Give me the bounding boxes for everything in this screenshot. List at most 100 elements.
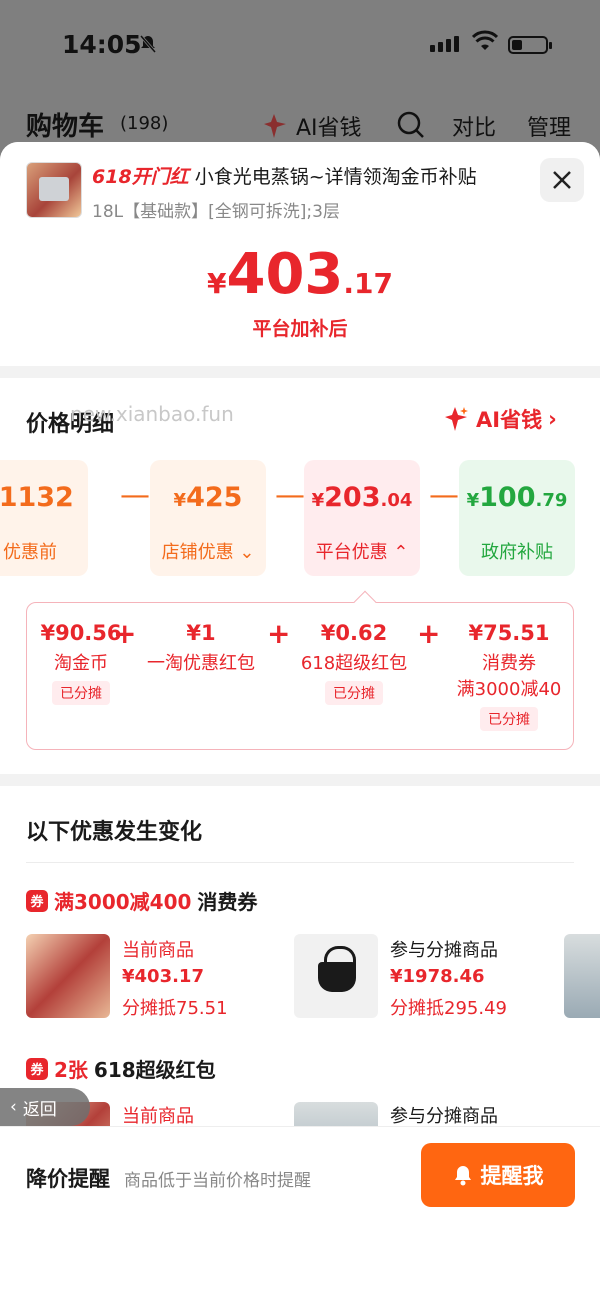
detail-amount: ¥1 [186, 621, 216, 645]
remind-me-button[interactable]: 提醒我 [421, 1143, 575, 1207]
item-note: 分摊抵75.51 [122, 998, 228, 1019]
divider [26, 862, 574, 863]
manage-button[interactable]: 管理 [527, 110, 571, 142]
coupon-highlight: 2张 [54, 1058, 88, 1082]
price-box-gov-subsidy: ¥100.79 政府补贴 [459, 460, 575, 576]
price-decimal: .17 [343, 267, 393, 300]
coupon-rest: 消费券 [197, 890, 258, 914]
price-box-original: ¥1132 优惠前 [0, 460, 88, 576]
item-note: 分摊抵295.49 [390, 998, 507, 1019]
price-box-platform-discount[interactable]: ¥203.04 平台优惠 ⌃ [304, 460, 420, 576]
price-integer: 403 [226, 242, 344, 307]
cart-title: 购物车 [26, 112, 105, 142]
detail-extra: 满3000减40 [456, 679, 562, 700]
detail-amount: ¥75.51 [468, 621, 550, 645]
plus-sign: + [113, 617, 137, 650]
detail-amount: ¥0.62 [320, 621, 388, 645]
current-product-image[interactable] [26, 934, 110, 1018]
detail-item-yitao: ¥1 一淘优惠红包 [143, 621, 259, 675]
price-currency: ¥ [207, 267, 227, 300]
remind-me-label: 提醒我 [480, 1164, 544, 1188]
label-text: 平台优惠 [315, 542, 388, 563]
item-head: 当前商品 [122, 940, 194, 961]
close-button[interactable] [540, 158, 584, 202]
shared-badge: 已分摊 [325, 681, 383, 705]
price-breakdown: 价格明细 new.xianbao.fun AI省钱 › ¥1132 优惠前 — … [0, 378, 600, 774]
changes-title: 以下优惠发生变化 [26, 820, 203, 845]
coupon-icon: 券 [26, 889, 48, 912]
currency: ¥ [466, 490, 480, 511]
price-alert-bar: 降价提醒 商品低于当前价格时提醒 提醒我 [0, 1126, 600, 1300]
status-bar: 14:05 [0, 0, 600, 92]
price-alert-desc: 商品低于当前价格时提醒 [124, 1171, 311, 1191]
detail-label: 消费券 [482, 653, 536, 674]
final-price: ¥403.17 [0, 242, 600, 307]
amount: 425 [186, 482, 243, 513]
detail-item-super-redpacket: ¥0.62 618超级红包 已分摊 [295, 621, 413, 705]
watermark: new.xianbao.fun [70, 402, 234, 426]
shared-badge: 已分摊 [480, 707, 538, 731]
signal-icon [430, 36, 459, 52]
sparkle-icon [445, 407, 468, 431]
chevron-up-icon: ⌃ [393, 542, 409, 563]
chevron-left-icon: ‹ [10, 1097, 17, 1117]
ai-save-link-label: AI省钱 [476, 408, 543, 432]
ai-save-label: AI省钱 [296, 116, 362, 141]
sparkle-icon [264, 114, 286, 138]
coupon-rest: 618超级红包 [93, 1058, 216, 1082]
price-box-shop-discount[interactable]: ¥425 店铺优惠 ⌄ [150, 460, 266, 576]
ai-save-link[interactable]: AI省钱 › [444, 404, 557, 434]
back-button[interactable]: ‹ 返回 [0, 1088, 90, 1126]
back-label: 返回 [22, 1099, 57, 1120]
minus-sign: — [429, 478, 459, 513]
bell-muted-icon [138, 34, 158, 59]
price-box-label: 优惠前 [3, 542, 57, 563]
wifi-icon [471, 30, 499, 56]
price-caption: 平台加补后 [252, 318, 348, 340]
item-price: ¥403.17 [122, 966, 204, 987]
amount: 203 [324, 482, 381, 513]
product-name: 小食光电蒸锅~详情领淘金币补贴 [194, 166, 477, 188]
promo-tag: 618开门红 [92, 166, 189, 188]
currency: ¥ [173, 490, 187, 511]
detail-item-voucher: ¥75.51 消费券 满3000减40 已分摊 [447, 621, 571, 731]
item-head: 参与分摊商品 [390, 940, 498, 961]
ai-save-button[interactable]: AI省钱 [262, 110, 362, 142]
battery-icon [508, 36, 552, 54]
compare-button[interactable]: 对比 [452, 110, 496, 142]
chevron-down-icon: ⌄ [239, 542, 255, 563]
coupon-voucher: 券 满3000减400 消费券 [26, 886, 257, 915]
product-spec: 18L【基础款】[全钢可拆洗];3层 [92, 202, 340, 222]
bell-icon [454, 1166, 471, 1186]
amount: 100 [479, 482, 536, 513]
label-text: 店铺优惠 [161, 542, 234, 563]
cart-count: (198) [120, 113, 169, 134]
coupon-highlight: 满3000减400 [54, 890, 192, 914]
shared-product-image[interactable] [564, 934, 600, 1018]
detail-label: 一淘优惠红包 [147, 653, 255, 674]
close-icon [553, 171, 571, 189]
currency: ¥ [311, 490, 325, 511]
chevron-right-icon: › [548, 407, 557, 431]
item-head: 参与分摊商品 [390, 1106, 498, 1127]
platform-discount-detail: ¥90.56 淘金币 已分摊 + ¥1 一淘优惠红包 + ¥0.62 618超级… [26, 590, 574, 750]
price-box-label: 店铺优惠 ⌄ [150, 538, 266, 564]
detail-label: 淘金币 [54, 653, 108, 674]
shared-product-image[interactable] [294, 934, 378, 1018]
status-time: 14:05 [62, 30, 142, 59]
minus-sign: — [275, 478, 305, 513]
amount: 1132 [0, 482, 74, 513]
price-box-label: 政府补贴 [481, 542, 553, 563]
item-head: 当前商品 [122, 1106, 194, 1127]
plus-sign: + [417, 617, 441, 650]
decimal: .04 [380, 490, 413, 511]
product-summary: 618开门红 小食光电蒸锅~详情领淘金币补贴 18L【基础款】[全钢可拆洗];3… [0, 142, 600, 366]
price-detail-sheet: 618开门红 小食光电蒸锅~详情领淘金币补贴 18L【基础款】[全钢可拆洗];3… [0, 142, 600, 1300]
product-title: 618开门红 小食光电蒸锅~详情领淘金币补贴 [92, 162, 477, 189]
minus-sign: — [120, 478, 150, 513]
price-box-label: 平台优惠 ⌃ [304, 538, 420, 564]
product-thumbnail [26, 162, 82, 218]
search-icon[interactable] [396, 110, 426, 144]
price-alert-title: 降价提醒 [26, 1167, 110, 1191]
item-price: ¥1978.46 [390, 966, 485, 987]
